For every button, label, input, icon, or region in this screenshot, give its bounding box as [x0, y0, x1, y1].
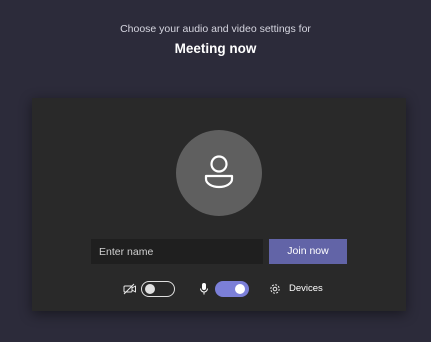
- camera-toggle[interactable]: [141, 281, 175, 297]
- camera-toggle-knob: [145, 283, 155, 294]
- name-input[interactable]: [91, 239, 263, 264]
- microphone-toggle[interactable]: [215, 281, 249, 297]
- camera-off-icon[interactable]: [123, 283, 137, 295]
- avatar: [176, 130, 262, 216]
- gear-icon[interactable]: [268, 282, 282, 296]
- media-controls: Devices: [32, 280, 406, 298]
- person-icon: [204, 155, 234, 189]
- join-now-button[interactable]: Join now: [269, 239, 347, 264]
- microphone-toggle-knob: [235, 284, 245, 294]
- meeting-title: Meeting now: [174, 41, 257, 56]
- microphone-icon[interactable]: [199, 282, 209, 296]
- devices-button[interactable]: Devices: [289, 283, 323, 294]
- preview-panel: Join now Devices: [32, 98, 406, 311]
- settings-subtitle: Choose your audio and video settings for: [120, 23, 311, 35]
